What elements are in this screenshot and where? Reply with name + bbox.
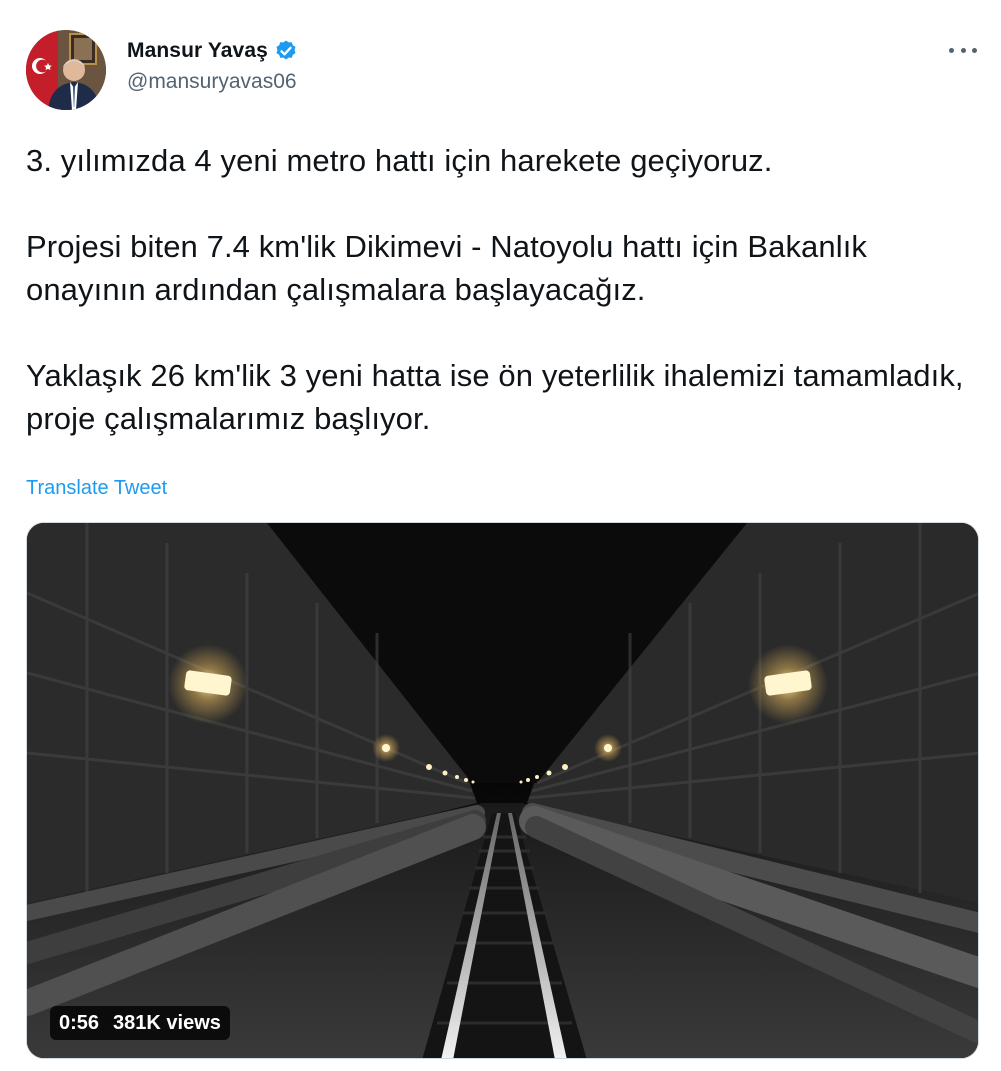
author-block[interactable]: Mansur Yavaş @mansuryavas06 bbox=[127, 36, 298, 94]
dot-icon bbox=[949, 47, 954, 53]
tweet-paragraph: 3. yılımızda 4 yeni metro hattı için har… bbox=[26, 143, 773, 178]
avatar[interactable] bbox=[26, 30, 106, 110]
video-stats-badge: 0:56 381K views bbox=[50, 1006, 230, 1040]
translate-tweet-link[interactable]: Translate Tweet bbox=[26, 477, 167, 500]
dot-icon bbox=[972, 47, 977, 53]
user-handle[interactable]: @mansuryavas06 bbox=[127, 70, 298, 94]
dot-icon bbox=[960, 47, 966, 53]
video-duration: 0:56 bbox=[59, 1011, 100, 1034]
tweet-card: Mansur Yavaş @mansuryavas06 3. yılımızda… bbox=[0, 0, 1001, 1071]
tweet-text: 3. yılımızda 4 yeni metro hattı için har… bbox=[26, 139, 976, 440]
video-player[interactable]: 0:56 381K views bbox=[26, 522, 979, 1059]
tweet-paragraph: Projesi biten 7.4 km'lik Dikimevi - Nato… bbox=[26, 229, 868, 307]
name-row: Mansur Yavaş bbox=[127, 36, 298, 66]
more-options-icon[interactable] bbox=[949, 40, 977, 60]
video-views: 381K views bbox=[113, 1011, 221, 1034]
video-thumbnail bbox=[27, 523, 978, 1058]
verified-badge-icon bbox=[274, 39, 298, 63]
display-name[interactable]: Mansur Yavaş bbox=[127, 39, 268, 63]
tweet-paragraph: Yaklaşık 26 km'lik 3 yeni hatta ise ön y… bbox=[26, 358, 964, 436]
